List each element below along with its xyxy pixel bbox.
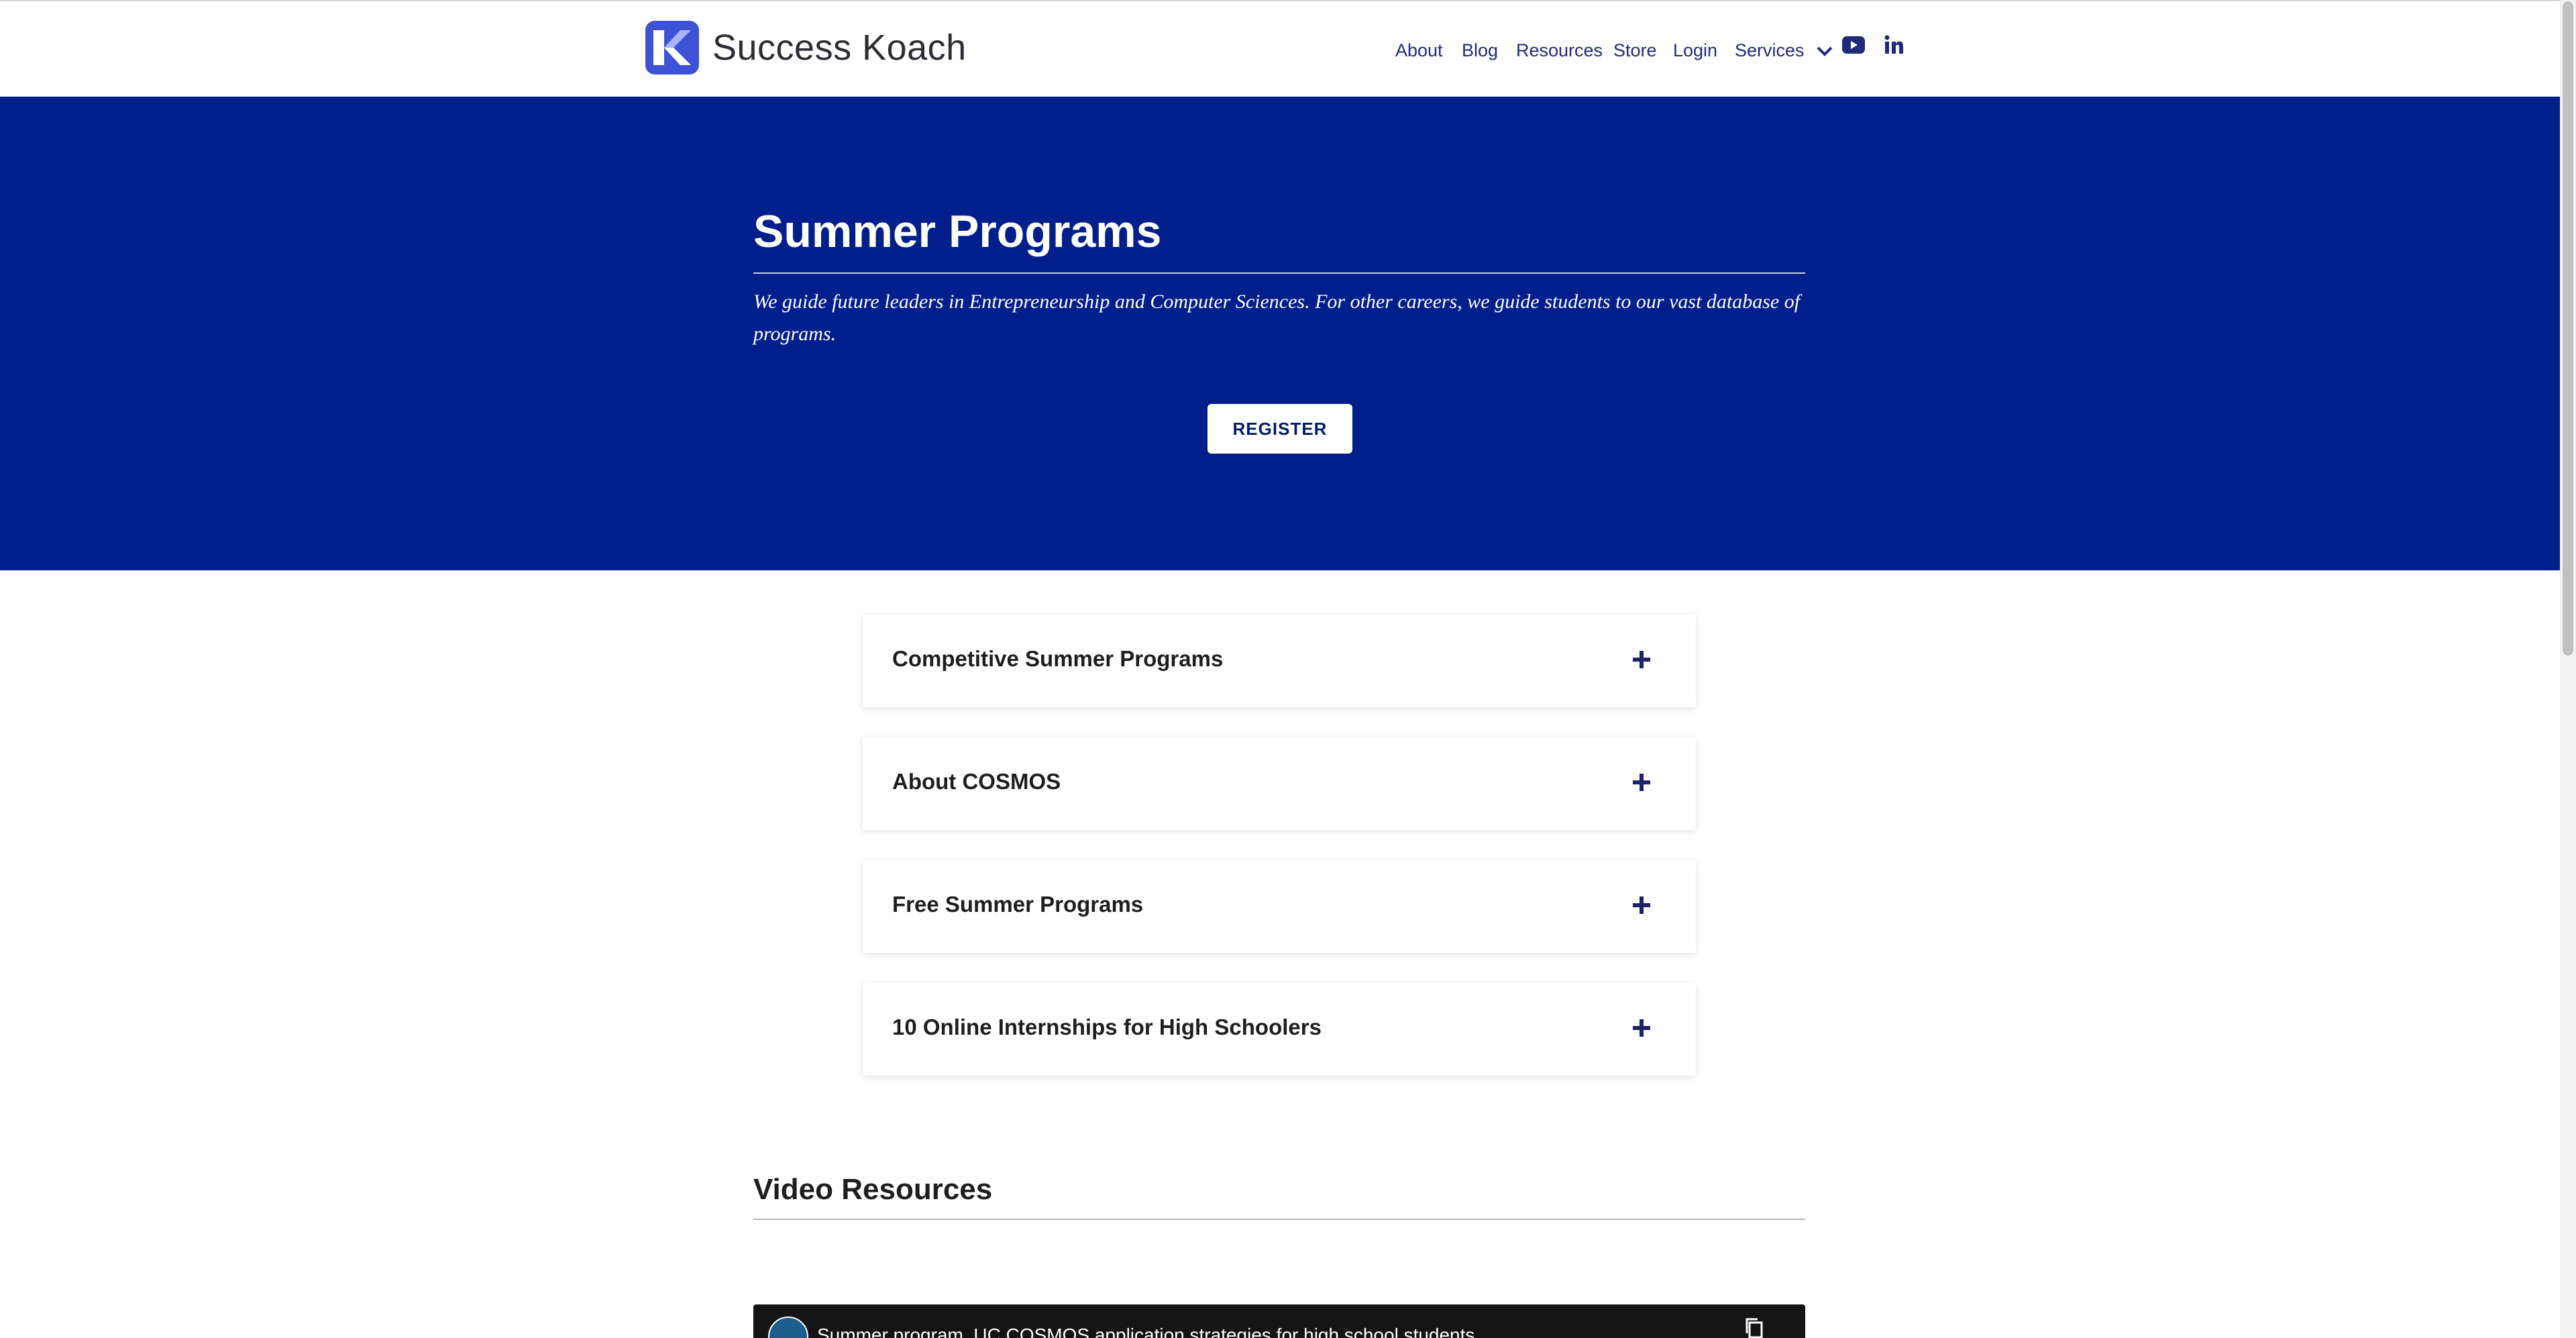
nav-resources[interactable]: Resources [1516, 40, 1603, 61]
plus-icon [1633, 774, 1650, 791]
page-scrollbar[interactable] [2560, 0, 2576, 1338]
site-header: Success Koach About Blog Resources Store… [0, 1, 2560, 97]
youtube-link[interactable] [1842, 36, 1865, 58]
plus-icon [1633, 896, 1650, 914]
nav-login[interactable]: Login [1673, 40, 1717, 61]
channel-avatar[interactable] [768, 1317, 808, 1338]
accordion-item-competitive[interactable]: Competitive Summer Programs [863, 615, 1696, 707]
copy-link-icon[interactable] [1743, 1317, 1766, 1338]
register-button[interactable]: REGISTER [1208, 404, 1352, 454]
accordion-label: 10 Online Internships for High Schoolers [892, 1015, 1322, 1039]
scrollbar-thumb[interactable] [2563, 1, 2573, 656]
accordion-label: About COSMOS [892, 769, 1061, 794]
video-embed[interactable]: Summer program, UC COSMOS application st… [753, 1304, 1805, 1338]
youtube-icon [1842, 36, 1865, 54]
linkedin-icon [1884, 35, 1903, 54]
hero-subtitle: We guide future leaders in Entrepreneurs… [753, 291, 1801, 345]
nav-services-label: Services [1735, 40, 1805, 60]
accordion-item-free[interactable]: Free Summer Programs [863, 860, 1696, 953]
nav-services[interactable]: Services [1735, 40, 1833, 61]
accordion-item-internships[interactable]: 10 Online Internships for High Schoolers [863, 983, 1696, 1076]
section-divider [753, 1219, 1805, 1220]
plus-icon [1633, 651, 1650, 668]
accordion-label: Competitive Summer Programs [892, 646, 1224, 671]
video-resources-heading: Video Resources [753, 1173, 993, 1206]
main-nav: About Blog Resources Store Login Service… [0, 34, 2560, 67]
title-divider [753, 272, 1805, 274]
plus-icon [1633, 1019, 1650, 1037]
accordion-label: Free Summer Programs [892, 892, 1144, 917]
video-title[interactable]: Summer program, UC COSMOS application st… [817, 1325, 1474, 1338]
nav-blog[interactable]: Blog [1462, 40, 1498, 61]
chevron-down-icon [1817, 46, 1833, 57]
page-title: Summer Programs [753, 206, 1162, 257]
nav-about[interactable]: About [1395, 40, 1443, 61]
hero-section: Summer Programs We guide future leaders … [0, 97, 2560, 570]
linkedin-link[interactable] [1884, 35, 1904, 60]
accordion-item-cosmos[interactable]: About COSMOS [863, 737, 1696, 830]
nav-store[interactable]: Store [1613, 40, 1657, 61]
